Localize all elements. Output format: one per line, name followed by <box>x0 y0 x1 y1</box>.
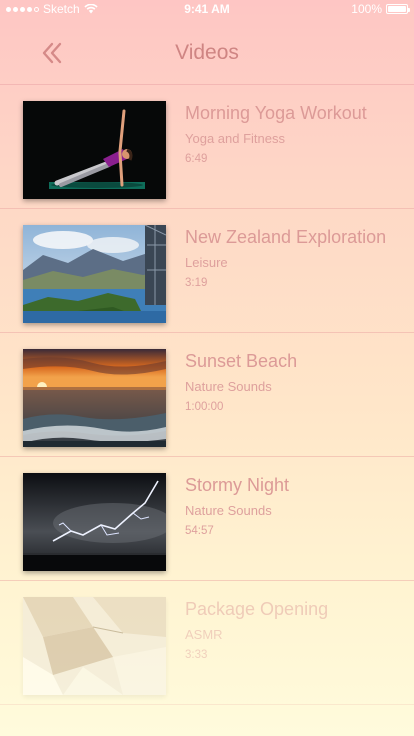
video-category: Leisure <box>185 255 228 270</box>
video-title: New Zealand Exploration <box>185 227 387 247</box>
video-category: ASMR <box>185 627 223 642</box>
video-duration: 3:19 <box>185 277 208 289</box>
video-category: Nature Sounds <box>185 503 272 518</box>
status-bar: Sketch 9:41 AM 100% <box>0 0 414 18</box>
video-category: Nature Sounds <box>185 379 272 394</box>
video-item-sunset-beach[interactable]: Sunset Beach Nature Sounds 1:00:00 <box>0 333 414 457</box>
video-duration: 6:49 <box>185 153 208 165</box>
video-thumbnail-yoga[interactable] <box>23 101 166 199</box>
video-duration: 1:00:00 <box>185 401 224 413</box>
navigation-bar: Videos <box>0 20 414 85</box>
video-item-stormy-night[interactable]: Stormy Night Nature Sounds 54:57 <box>0 457 414 581</box>
video-category: Yoga and Fitness <box>185 131 285 146</box>
video-duration: 54:57 <box>185 525 214 537</box>
battery-level <box>388 6 406 12</box>
video-item-package-opening[interactable]: Package Opening ASMR 3:33 <box>0 581 414 705</box>
video-title: Stormy Night <box>185 475 290 495</box>
video-title: Sunset Beach <box>185 351 298 371</box>
status-time: 9:41 AM <box>184 2 230 16</box>
video-item-morning-yoga[interactable]: Morning Yoga Workout Yoga and Fitness 6:… <box>0 85 414 209</box>
video-item-new-zealand[interactable]: New Zealand Exploration Leisure 3:19 <box>0 209 414 333</box>
video-thumbnail-new-zealand[interactable] <box>23 225 166 323</box>
video-title: Package Opening <box>185 599 329 619</box>
battery-icon <box>386 4 410 14</box>
page-title: Videos <box>175 41 239 64</box>
video-thumbnail-package[interactable] <box>23 597 166 695</box>
video-duration: 3:33 <box>185 649 208 661</box>
video-list: Morning Yoga Workout Yoga and Fitness 6:… <box>0 85 414 705</box>
video-thumbnail-storm[interactable] <box>23 473 166 571</box>
video-title: Morning Yoga Workout <box>185 103 367 123</box>
video-thumbnail-sunset[interactable] <box>23 349 166 447</box>
